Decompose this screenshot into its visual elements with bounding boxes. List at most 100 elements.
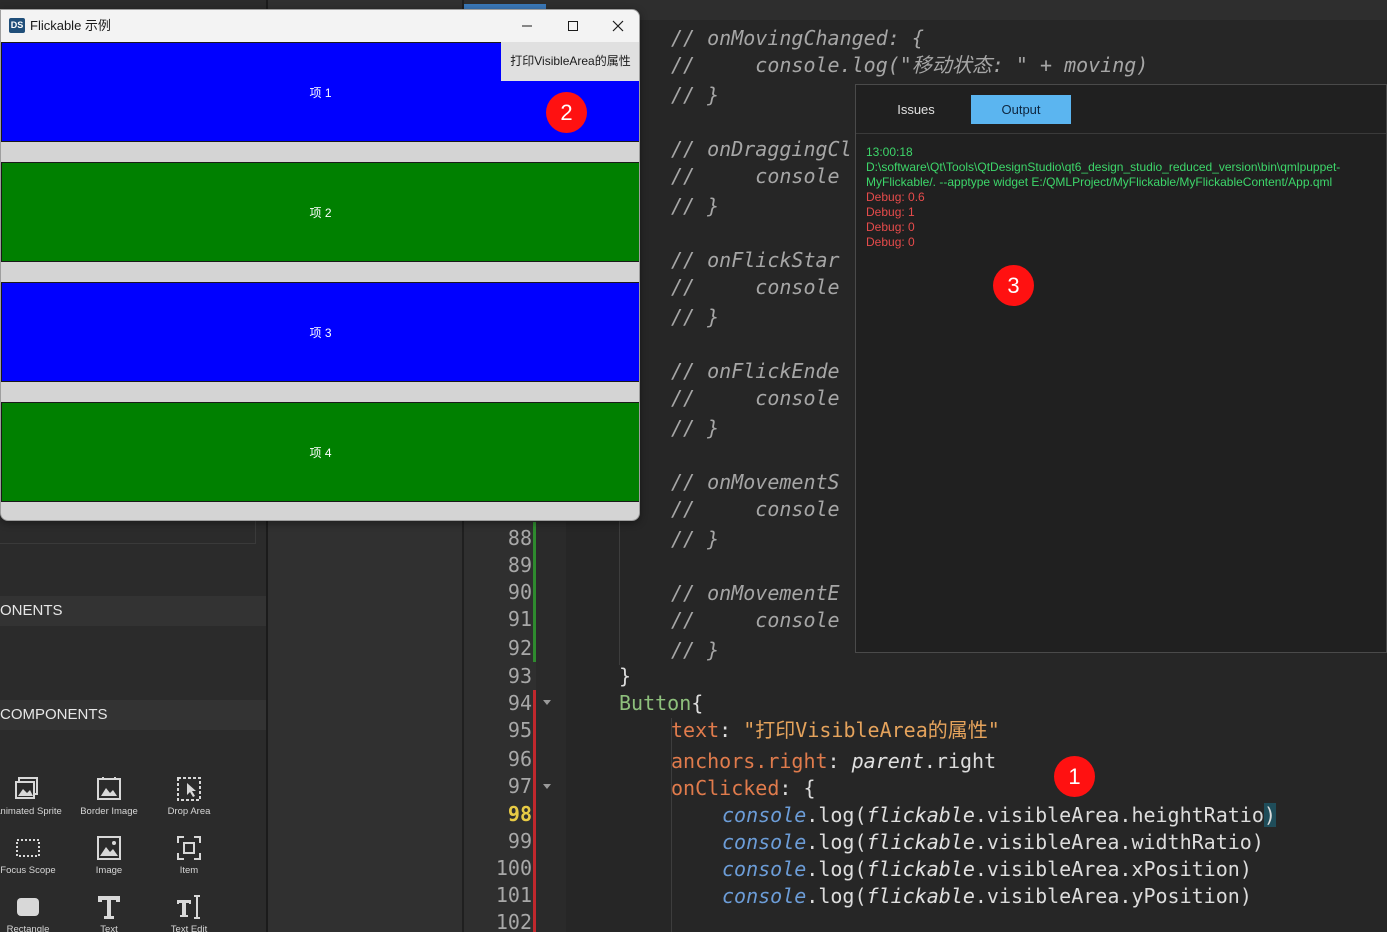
line-number: 101	[495, 883, 532, 907]
code-token: .visibleArea.	[974, 884, 1132, 908]
output-line-debug: Debug: 0	[866, 220, 915, 234]
code-comment: // onMovementS	[671, 470, 840, 494]
code-token-matched: )	[1263, 803, 1276, 827]
code-line[interactable]: // console	[619, 385, 840, 412]
section-header-qml-components[interactable]: COMPONENTS	[0, 700, 266, 730]
code-comment: // onMovingChanged: {	[671, 26, 924, 50]
code-string: "打印VisibleArea的属性"	[743, 718, 1000, 742]
code-line-current[interactable]: console.log(flickable.visibleArea.height…	[722, 802, 1276, 829]
line-number: 93	[507, 664, 532, 688]
code-line[interactable]: console.log(flickable.visibleArea.xPosit…	[722, 856, 1252, 883]
focus-scope-icon	[16, 839, 40, 857]
output-line: D:\software\Qt\Tools\QtDesignStudio\qt6_…	[866, 160, 1341, 174]
minimize-button[interactable]	[504, 10, 550, 42]
component-label: Image	[95, 865, 123, 876]
line-number-current: 98	[507, 802, 532, 826]
code-token: .visibleArea.	[974, 830, 1132, 854]
component-label: Text Edit	[170, 924, 208, 932]
code-comment: // console	[671, 386, 840, 410]
annotation-marker-1: 1	[1054, 756, 1095, 797]
flickable-window[interactable]: DS Flickable 示例 项 1 项 2 项 3 项 4 打印Visibl…	[0, 9, 640, 521]
code-line[interactable]: // console	[619, 163, 840, 190]
code-token: .log(	[806, 803, 867, 827]
line-number: 88	[507, 526, 532, 550]
animated-sprite-icon	[15, 777, 38, 799]
component-image[interactable]: Image	[69, 834, 149, 890]
line-number: 94	[507, 691, 532, 715]
flickable-item-4[interactable]: 项 4	[1, 402, 639, 502]
code-line[interactable]: // onMovementS	[619, 469, 840, 496]
code-object: console	[722, 803, 807, 827]
close-button[interactable]	[595, 10, 639, 42]
code-object: console	[722, 857, 807, 881]
code-token: .right	[923, 749, 997, 773]
window-titlebar[interactable]: DS Flickable 示例	[1, 10, 639, 42]
component-item[interactable]: Item	[149, 834, 229, 890]
code-line[interactable]: // onFlickEnde	[619, 358, 840, 385]
code-token: xPosition	[1131, 857, 1240, 881]
code-comment: // }	[671, 305, 720, 329]
component-focus-scope[interactable]: Focus Scope	[0, 834, 68, 890]
component-text-edit[interactable]: Text Edit	[149, 893, 229, 932]
component-text[interactable]: Text	[69, 893, 149, 932]
code-line[interactable]: onClicked: {	[671, 775, 816, 802]
maximize-button[interactable]	[550, 10, 596, 42]
print-visible-area-button[interactable]: 打印VisibleArea的属性	[501, 42, 639, 81]
component-label: Item	[179, 865, 199, 876]
code-token: :	[827, 749, 840, 773]
code-line[interactable]: // onFlickStar	[619, 247, 840, 274]
code-line[interactable]: // console	[619, 274, 840, 301]
code-line[interactable]: // onMovementE	[619, 580, 840, 607]
component-label: Rectangle	[6, 924, 50, 932]
section-header-components[interactable]: ONENTS	[0, 596, 266, 626]
code-line[interactable]: // console	[619, 496, 840, 523]
change-bar-modified	[533, 522, 536, 662]
tab-output[interactable]: Output	[971, 95, 1071, 124]
code-comment: // }	[671, 83, 720, 107]
rectangle-icon	[17, 898, 39, 916]
code-object: console	[722, 884, 807, 908]
code-comment: // onFlickStar	[671, 248, 840, 272]
text-edit-icon	[177, 895, 200, 919]
item-icon	[177, 836, 201, 860]
output-line: 13:00:18	[866, 145, 913, 159]
code-line[interactable]: }	[619, 663, 631, 690]
line-number: 96	[507, 747, 532, 771]
code-line[interactable]: console.log(flickable.visibleArea.yPosit…	[722, 883, 1252, 910]
code-token: .visibleArea.	[974, 803, 1132, 827]
annotation-marker-3: 3	[993, 265, 1034, 306]
output-line-debug: Debug: 0.6	[866, 190, 925, 204]
drop-area-icon	[177, 777, 201, 801]
code-line[interactable]: // onDraggingCl	[619, 136, 852, 163]
code-line[interactable]: // }	[619, 526, 719, 553]
code-line[interactable]: text: "打印VisibleArea的属性"	[671, 717, 1000, 744]
code-line[interactable]: Button{	[619, 690, 703, 717]
code-comment: // console.log("移动状态: " + moving)	[671, 53, 1149, 77]
component-animated-sprite[interactable]: Animated Sprite	[0, 775, 68, 831]
code-line[interactable]: // console	[619, 607, 840, 634]
component-drop-area[interactable]: Drop Area	[149, 775, 229, 831]
fold-toggle-icon[interactable]	[543, 700, 551, 705]
code-line[interactable]: console.log(flickable.visibleArea.widthR…	[722, 829, 1264, 856]
code-comment: // console	[671, 164, 840, 188]
code-line[interactable]: // onMovingChanged: {	[619, 25, 924, 52]
flickable-item-2[interactable]: 项 2	[1, 162, 639, 262]
line-number: 95	[507, 718, 532, 742]
code-line[interactable]: // }	[619, 637, 719, 664]
minimize-icon	[522, 25, 532, 27]
fold-toggle-icon[interactable]	[543, 784, 551, 789]
line-number: 99	[507, 829, 532, 853]
code-line[interactable]: // console.log("移动状态: " + moving)	[619, 52, 1148, 79]
code-token: {	[803, 776, 816, 800]
code-token: heightRatio	[1131, 803, 1264, 827]
code-property: text	[671, 718, 720, 742]
component-rectangle[interactable]: Rectangle	[0, 893, 68, 932]
annotation-marker-2: 2	[546, 92, 587, 133]
flickable-item-3[interactable]: 项 3	[1, 282, 639, 382]
component-border-image[interactable]: Border Image	[69, 775, 149, 831]
tab-issues[interactable]: Issues	[866, 95, 966, 124]
code-token: }	[619, 664, 632, 688]
code-comment: // onDraggingCl	[671, 137, 852, 161]
code-line[interactable]: anchors.right: parent.right	[671, 748, 996, 775]
line-number: 100	[495, 856, 532, 880]
